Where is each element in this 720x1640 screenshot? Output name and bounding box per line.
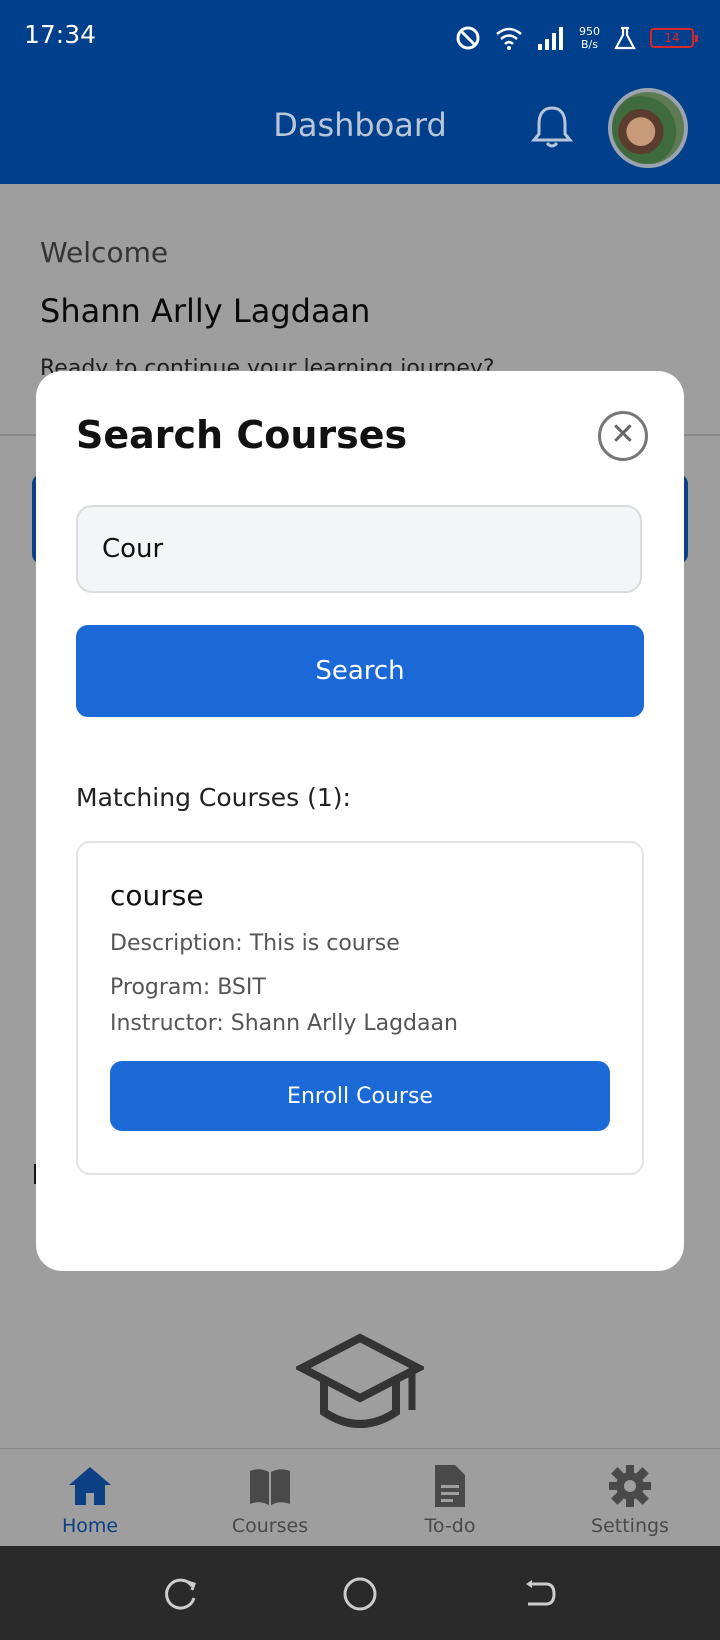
app-header: Dashboard — [0, 78, 720, 184]
network-speed: 950 B/s — [579, 25, 600, 51]
status-icons: 950 B/s 14 — [455, 18, 698, 58]
home-button-icon[interactable] — [342, 1576, 378, 1612]
network-speed-value: 950 — [579, 25, 600, 38]
modal-title: Search Courses — [76, 413, 408, 457]
search-input[interactable] — [76, 505, 642, 593]
signal-icon — [538, 27, 563, 50]
course-description: Description: This is course — [110, 931, 400, 956]
wifi-icon — [496, 27, 522, 50]
system-nav-bar — [0, 1546, 720, 1640]
network-speed-unit: B/s — [581, 38, 598, 51]
search-button[interactable]: Search — [76, 625, 644, 717]
bell-icon[interactable] — [530, 104, 574, 150]
back-icon[interactable] — [522, 1576, 558, 1612]
status-bar: 17:34 950 B/s 14 — [0, 0, 720, 78]
course-name: course — [110, 879, 204, 912]
matching-courses-label: Matching Courses (1): — [76, 783, 351, 812]
search-courses-modal: Search Courses ✕ Search Matching Courses… — [36, 371, 684, 1271]
enroll-course-button[interactable]: Enroll Course — [110, 1061, 610, 1131]
battery-icon: 14 — [650, 28, 698, 48]
close-icon[interactable]: ✕ — [598, 411, 648, 461]
recent-apps-icon[interactable] — [162, 1576, 198, 1612]
status-time: 17:34 — [24, 20, 97, 49]
course-instructor: Instructor: Shann Arlly Lagdaan — [110, 1011, 458, 1036]
course-card: course Description: This is course Progr… — [76, 841, 644, 1175]
flask-icon — [614, 26, 636, 50]
do-not-disturb-icon — [456, 26, 480, 50]
avatar[interactable] — [608, 88, 688, 168]
course-program: Program: BSIT — [110, 975, 266, 1000]
